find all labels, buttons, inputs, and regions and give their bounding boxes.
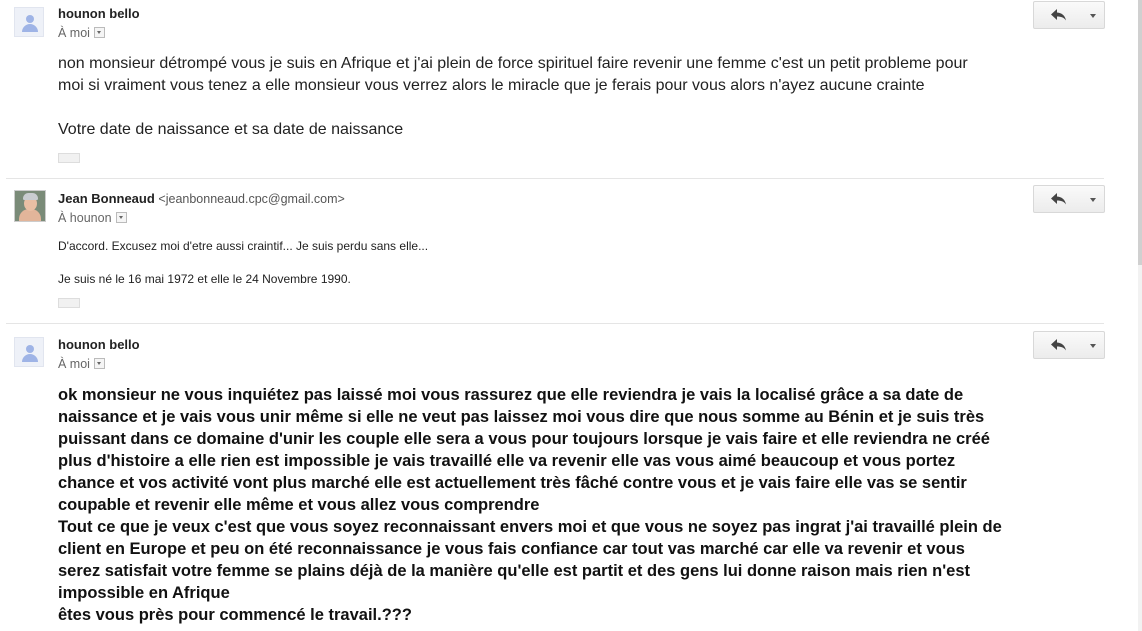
details-dropdown-icon[interactable] — [115, 212, 127, 224]
body-line: Je suis né le 16 mai 1972 et elle le 24 … — [58, 272, 351, 286]
sender-name: Jean Bonneaud — [58, 191, 155, 206]
reply-button[interactable] — [1033, 1, 1084, 29]
body-line: êtes vous près pour commencé le travail.… — [58, 606, 412, 624]
more-actions-button[interactable] — [1083, 185, 1105, 213]
body-line: moi si vraiment vous tenez a elle monsie… — [58, 77, 925, 94]
show-trimmed-content-button[interactable] — [58, 298, 80, 308]
recipient-label: À moi — [58, 26, 90, 40]
recipient-line[interactable]: À moi — [58, 26, 105, 40]
recipient-line[interactable]: À moi — [58, 357, 105, 371]
default-avatar-icon — [14, 337, 44, 367]
body-line: naissance et je vais vous unir même si e… — [58, 408, 985, 426]
reply-button[interactable] — [1033, 331, 1084, 359]
sender-email: <jeanbonneaud.cpc@gmail.com> — [158, 192, 345, 206]
recipient-label: À moi — [58, 357, 90, 371]
sender-name[interactable]: hounon bello — [58, 337, 140, 352]
more-actions-button[interactable] — [1083, 331, 1105, 359]
reply-button[interactable] — [1033, 185, 1084, 213]
show-trimmed-content-button[interactable] — [58, 153, 80, 163]
body-line: non monsieur détrompé vous je suis en Af… — [58, 55, 968, 72]
body-line: impossible en Afrique — [58, 584, 230, 602]
message-3: hounon bello À moi ok monsieur ne vous i… — [0, 324, 1142, 631]
sender-name[interactable]: hounon bello — [58, 6, 140, 21]
body-line — [58, 97, 1118, 119]
body-line: D'accord. Excusez moi d'etre aussi crain… — [58, 239, 429, 253]
message-body: D'accord. Excusez moi d'etre aussi crain… — [58, 238, 428, 287]
body-line: serez satisfait votre femme se plains dé… — [58, 562, 971, 580]
recipient-label: À hounon — [58, 211, 112, 225]
message-body: non monsieur détrompé vous je suis en Af… — [58, 53, 1118, 141]
sender-photo-avatar — [14, 190, 46, 222]
reply-button-group — [1033, 331, 1105, 359]
body-line: Tout ce que je veux c'est que vous soyez… — [58, 518, 1002, 536]
reply-button-group — [1033, 1, 1105, 29]
reply-arrow-icon — [1051, 339, 1066, 351]
body-line: ok monsieur ne vous inquiétez pas laissé… — [58, 386, 964, 404]
body-line: puissant dans ce domaine d'unir les coup… — [58, 430, 990, 448]
body-line — [58, 254, 428, 271]
sender-line[interactable]: Jean Bonneaud <jeanbonneaud.cpc@gmail.co… — [58, 191, 345, 206]
reply-arrow-icon — [1051, 9, 1066, 21]
body-line: chance et vos activité vont plus marché … — [58, 474, 967, 492]
details-dropdown-icon[interactable] — [93, 27, 105, 39]
reply-button-group — [1033, 185, 1105, 213]
details-dropdown-icon[interactable] — [93, 358, 105, 370]
default-avatar-icon — [14, 7, 44, 37]
recipient-line[interactable]: À hounon — [58, 211, 127, 225]
message-1: hounon bello À moi non monsieur détrompé… — [0, 0, 1142, 178]
message-body: ok monsieur ne vous inquiétez pas laissé… — [58, 384, 1098, 626]
more-actions-button[interactable] — [1083, 1, 1105, 29]
reply-arrow-icon — [1051, 193, 1066, 205]
body-line: coupable et revenir elle même et vous al… — [58, 496, 540, 514]
body-line: plus d'histoire a elle rien est impossib… — [58, 452, 956, 470]
message-2: Jean Bonneaud <jeanbonneaud.cpc@gmail.co… — [0, 179, 1142, 323]
body-line: client en Europe et peu on été reconnais… — [58, 540, 965, 558]
scrollbar-thumb[interactable] — [1138, 0, 1142, 265]
body-line: Votre date de naissance et sa date de na… — [58, 121, 404, 138]
